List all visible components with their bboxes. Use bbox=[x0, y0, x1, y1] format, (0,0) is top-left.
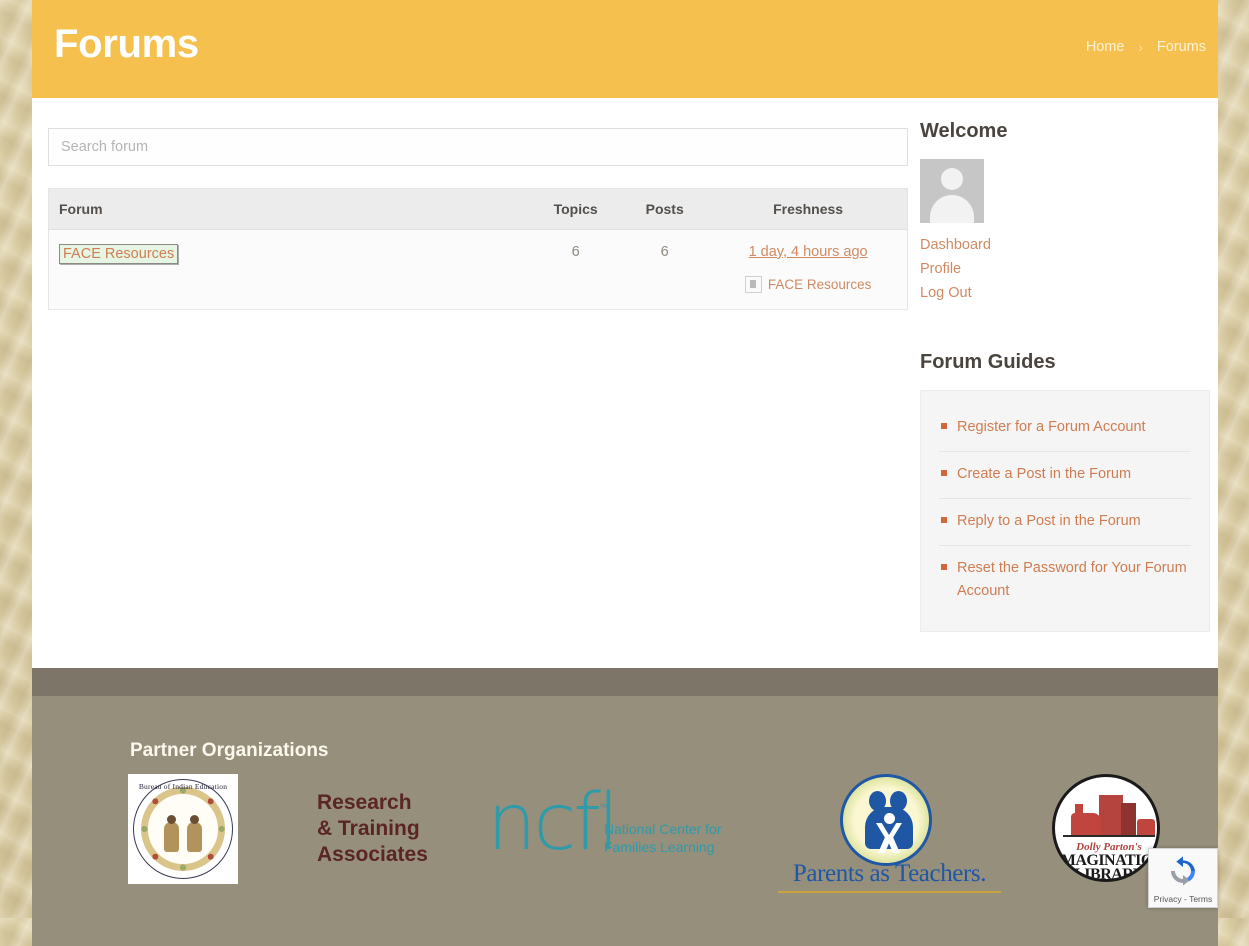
ncfl-subtitle-line-1: National Center for bbox=[604, 821, 722, 837]
footer-heading: Partner Organizations bbox=[130, 740, 329, 761]
main-column: Forum Topics Posts Freshness FACE Resour… bbox=[48, 128, 908, 310]
cell-topics-count: 6 bbox=[531, 229, 621, 310]
table-row: FACE Resources 6 6 1 day, 4 hours ago FA… bbox=[48, 229, 908, 310]
rta-line-3: Associates bbox=[317, 843, 428, 866]
user-links: Dashboard Profile Log Out bbox=[920, 233, 1210, 305]
forum-table-head: Forum Topics Posts Freshness bbox=[48, 188, 908, 230]
forum-table-body: FACE Resources 6 6 1 day, 4 hours ago FA… bbox=[48, 229, 908, 310]
forum-guides-list: Register for a Forum Account Create a Po… bbox=[939, 405, 1191, 615]
column-header-freshness: Freshness bbox=[709, 188, 908, 230]
welcome-widget-title: Welcome bbox=[920, 120, 1008, 142]
forum-link-highlight: FACE Resources bbox=[59, 244, 179, 264]
forum-table-header-row: Forum Topics Posts Freshness bbox=[48, 188, 908, 230]
sidebar-item-log-out[interactable]: Log Out bbox=[920, 281, 1210, 305]
logo-ncfl[interactable]: ncfl ™ National Center for Families Lear… bbox=[487, 784, 757, 884]
page-shell: Forums Home › Forums Forum Topics Posts … bbox=[32, 0, 1218, 946]
guide-link-register[interactable]: Register for a Forum Account bbox=[957, 419, 1146, 435]
pat-child-body bbox=[876, 823, 902, 853]
cell-forum-name: FACE Resources bbox=[48, 229, 532, 310]
bie-figures-icon bbox=[162, 810, 204, 852]
forum-guides-title: Forum Guides bbox=[920, 351, 1056, 373]
dpil-library-text: LIBRARY bbox=[1074, 866, 1144, 882]
partner-logo-row: Bureau of Indian Education Research & Tr… bbox=[122, 774, 1160, 899]
list-item: Register for a Forum Account bbox=[939, 405, 1191, 452]
logo-research-training-associates[interactable]: Research & Training Associates bbox=[317, 790, 428, 868]
forum-table: Forum Topics Posts Freshness FACE Resour… bbox=[48, 188, 908, 310]
cell-freshness: 1 day, 4 hours ago FACE Resources bbox=[709, 229, 908, 310]
dpil-building-secondary-icon bbox=[1121, 803, 1136, 839]
list-item: Reset the Password for Your Forum Accoun… bbox=[939, 546, 1191, 615]
footer-top-band bbox=[32, 668, 1218, 696]
dpil-building-icon bbox=[1099, 795, 1123, 839]
ncfl-subtitle: National Center for Families Learning bbox=[604, 820, 722, 856]
bie-figure-right bbox=[187, 815, 202, 852]
logo-bureau-of-indian-education[interactable]: Bureau of Indian Education bbox=[128, 774, 238, 884]
column-header-forum: Forum bbox=[48, 188, 532, 230]
dpil-circle-emblem: Dolly Parton's IMAGINATION LIBRARY bbox=[1052, 774, 1160, 882]
column-header-topics: Topics bbox=[531, 188, 621, 230]
bie-figure-left bbox=[164, 815, 179, 852]
breadcrumb: Home › Forums bbox=[1086, 39, 1206, 55]
list-item: Reply to a Post in the Forum bbox=[939, 499, 1191, 546]
logo-parents-as-teachers[interactable]: Parents as Teachers. bbox=[772, 774, 1007, 894]
site-footer: Partner Organizations Bureau of Indian E… bbox=[32, 696, 1218, 946]
guide-link-reply-post[interactable]: Reply to a Post in the Forum bbox=[957, 513, 1141, 529]
freshness-timestamp-link[interactable]: 1 day, 4 hours ago bbox=[709, 244, 907, 260]
breadcrumb-current: Forums bbox=[1156, 39, 1206, 55]
freshness-author: FACE Resources bbox=[709, 276, 907, 293]
sidebar-item-profile[interactable]: Profile bbox=[920, 257, 1210, 281]
search-input[interactable] bbox=[48, 128, 908, 166]
freshness-author-link[interactable]: FACE Resources bbox=[768, 277, 872, 292]
forum-guides-box: Register for a Forum Account Create a Po… bbox=[920, 390, 1210, 632]
ncfl-trademark-icon: ™ bbox=[599, 802, 608, 812]
bie-seal-text: Bureau of Indian Education bbox=[138, 782, 228, 791]
guide-link-reset-password[interactable]: Reset the Password for Your Forum Accoun… bbox=[957, 560, 1187, 599]
recaptcha-icon bbox=[1171, 856, 1195, 886]
page-title: Forums bbox=[54, 22, 199, 66]
chevron-right-icon: › bbox=[1138, 39, 1143, 55]
ncfl-wordmark: ncfl bbox=[487, 778, 619, 868]
recaptcha-privacy-terms[interactable]: Privacy - Terms bbox=[1149, 894, 1217, 904]
list-item: Create a Post in the Forum bbox=[939, 452, 1191, 499]
sidebar-item-dashboard[interactable]: Dashboard bbox=[920, 233, 1210, 257]
ncfl-subtitle-line-2: Families Learning bbox=[604, 839, 715, 855]
forum-link-face-resources[interactable]: FACE Resources bbox=[63, 246, 174, 262]
pat-child-head bbox=[884, 813, 895, 824]
page-header: Forums Home › Forums bbox=[32, 0, 1218, 98]
pat-circle-emblem bbox=[840, 774, 932, 866]
rta-line-2: & Training bbox=[317, 817, 420, 840]
recaptcha-badge[interactable]: Privacy - Terms bbox=[1148, 848, 1218, 908]
pat-child-figure-icon bbox=[876, 813, 902, 855]
rta-line-1: Research bbox=[317, 791, 412, 814]
column-header-posts: Posts bbox=[620, 188, 710, 230]
content-area: Forum Topics Posts Freshness FACE Resour… bbox=[32, 98, 1218, 668]
pat-underline-rule bbox=[778, 891, 1001, 893]
guide-link-create-post[interactable]: Create a Post in the Forum bbox=[957, 466, 1131, 482]
avatar bbox=[920, 159, 984, 223]
breadcrumb-home-link[interactable]: Home bbox=[1086, 39, 1125, 55]
broken-image-icon bbox=[744, 276, 762, 293]
sidebar: Welcome Dashboard Profile Log Out Forum … bbox=[920, 120, 1210, 632]
pat-wordmark: Parents as Teachers. bbox=[792, 860, 987, 887]
cell-posts-count: 6 bbox=[620, 229, 710, 310]
logo-imagination-library[interactable]: Dolly Parton's IMAGINATION LIBRARY bbox=[1052, 774, 1162, 886]
